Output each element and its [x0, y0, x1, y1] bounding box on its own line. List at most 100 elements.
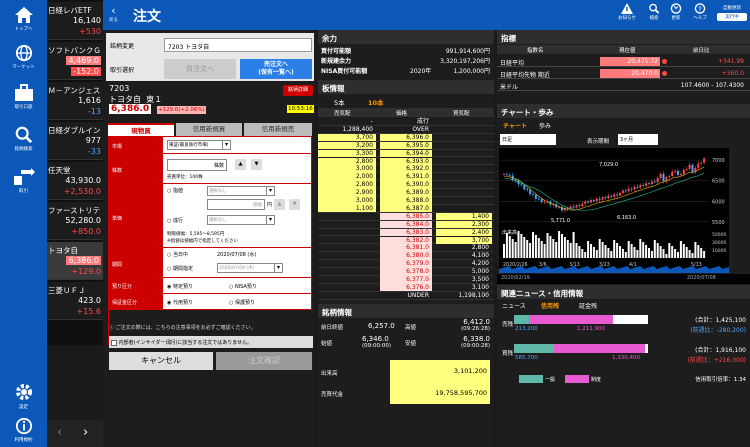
brand-input[interactable]: 7203 トヨタ自: [164, 38, 312, 52]
board-price[interactable]: 6,387.0: [380, 204, 432, 213]
watchlist-item[interactable]: ファーストリテ 52,280.0 +850.0: [47, 202, 103, 240]
header-search-button[interactable]: 検索: [643, 3, 665, 21]
nav-market-button[interactable]: マーケット: [0, 40, 47, 80]
refresh-button[interactable]: 更新: [665, 3, 687, 21]
index-row[interactable]: 日経平均先物 期近 20,470.0 +360.0: [497, 67, 750, 79]
chart-type-select[interactable]: 日足: [500, 134, 556, 145]
board-price[interactable]: 6,379.0: [380, 260, 432, 268]
board-price[interactable]: OVER: [380, 126, 432, 134]
until-option[interactable]: ○ 期間指定: [167, 265, 193, 272]
board-price[interactable]: 6,381.0: [380, 244, 432, 252]
chevron-down-icon[interactable]: ▾: [222, 140, 231, 150]
board-price[interactable]: 6,391.0: [380, 173, 432, 181]
nisa-option[interactable]: ○ NISA預り: [229, 283, 257, 290]
cancel-button[interactable]: キャンセル: [109, 352, 213, 370]
board-price[interactable]: UNDER: [380, 292, 432, 300]
price-up-button[interactable]: ▲: [274, 199, 285, 210]
back-button[interactable]: ‹ 戻る: [109, 4, 118, 23]
chart-tab-chart[interactable]: チャート: [503, 121, 527, 130]
nav-trade-button[interactable]: 取引: [0, 164, 47, 204]
board-tab-10[interactable]: 10本: [368, 97, 384, 107]
volume-bar: [511, 239, 514, 258]
sashine-select[interactable]: 選択なし: [207, 186, 267, 196]
chevron-down-icon[interactable]: ▾: [274, 263, 283, 273]
index-row[interactable]: 日経平均 20,475.72 +341.99: [497, 55, 750, 67]
chevron-left-icon[interactable]: ‹: [57, 425, 62, 440]
chevron-down-icon[interactable]: ▾: [266, 215, 275, 225]
board-row: 1,288,400 OVER: [318, 126, 494, 134]
board-price[interactable]: 6,390.0: [380, 181, 432, 189]
buy-order-button[interactable]: 買注文へ: [164, 59, 236, 79]
tokutei-option[interactable]: ◉ 特定預り: [167, 283, 193, 290]
board-price[interactable]: 6,380.0: [380, 252, 432, 260]
daiyo-option[interactable]: ◉ 代用預り: [167, 299, 193, 306]
board-price[interactable]: 6,388.0: [380, 197, 432, 205]
tab-margin-buy[interactable]: 信用新規買: [176, 123, 242, 136]
price-input[interactable]: 値幅: [207, 199, 265, 210]
watchlist-item[interactable]: トヨタ自 6,386.0 +129.0: [47, 242, 103, 280]
tab-margin-sell[interactable]: 信用新規売: [244, 123, 312, 136]
board-price[interactable]: 6,393.0: [380, 157, 432, 166]
chevron-right-icon[interactable]: ›: [83, 425, 88, 440]
nav-search-button[interactable]: 銘柄検索: [0, 122, 47, 162]
insider-check-row[interactable]: 内部者(インサイダー)取引に該当する注文ではありません。: [109, 336, 313, 348]
insider-checkbox[interactable]: [111, 339, 117, 346]
board-price[interactable]: 6,378.0: [380, 268, 432, 276]
watchlist-item[interactable]: 日経レバETF 16,140 +530: [47, 2, 103, 40]
watchlist-item[interactable]: 三菱ＵＦＪ 423.0 +15.6: [47, 282, 103, 320]
board-price[interactable]: 6,395.0: [380, 141, 432, 150]
volume-bar: [578, 246, 581, 258]
sashine-option[interactable]: ○ 指値: [167, 187, 183, 194]
volume-bar: [561, 234, 563, 258]
board-price[interactable]: 6,376.0: [380, 283, 432, 292]
confirm-button[interactable]: 注文確認: [216, 352, 312, 370]
auto-refresh-toggle[interactable]: 実行中: [717, 13, 747, 21]
board-price[interactable]: 6,392.0: [380, 165, 432, 173]
board-price[interactable]: 成行: [380, 118, 432, 126]
qty-down-button[interactable]: ▼: [251, 159, 262, 170]
board-price[interactable]: 6,383.0: [380, 228, 432, 237]
qty-input[interactable]: 株数: [167, 159, 227, 171]
brand-detail-button[interactable]: 銘柄詳細: [283, 85, 313, 96]
tab-lending[interactable]: 証金残: [579, 301, 597, 310]
nariyuki-option[interactable]: ○ 成行: [167, 217, 183, 224]
nav-account-button[interactable]: 取引口座: [0, 80, 47, 120]
board-row: 6,381.0 2,800: [318, 244, 494, 253]
until-date-select[interactable]: 2020/07/09 (木): [217, 263, 275, 273]
notice-1[interactable]: ご注文の際には、こちらの注意事項をお必ずご確認ください。: [116, 325, 256, 331]
chevron-down-icon[interactable]: ▾: [266, 186, 275, 196]
notice-button[interactable]: お知らせ: [616, 3, 638, 21]
nav-terms-button[interactable]: 利用規約: [0, 413, 47, 447]
low-time: (09:00:28): [461, 343, 490, 349]
nav-settings-button[interactable]: 設定: [0, 378, 47, 418]
board-price[interactable]: 6,382.0: [380, 236, 432, 245]
board-price[interactable]: 6,377.0: [380, 276, 432, 284]
watchlist-item[interactable]: 日経ダブルイン 977 -33: [47, 122, 103, 160]
nav-top-button[interactable]: トップへ: [0, 2, 47, 42]
tab-news[interactable]: ニュース: [502, 301, 526, 310]
sell-order-button[interactable]: 売注文へ (保有一覧へ): [240, 59, 312, 79]
board-price[interactable]: 6,396.0: [380, 133, 432, 142]
board-price[interactable]: 6,394.0: [380, 149, 432, 158]
board-tab-5[interactable]: 5本: [334, 97, 345, 107]
qty-up-button[interactable]: ▲: [235, 159, 246, 170]
board-price[interactable]: 6,384.0: [380, 220, 432, 229]
watchlist-item[interactable]: Ｍ－アンジェス 1,616 -13: [47, 82, 103, 120]
help-button[interactable]: ? ヘルプ: [689, 3, 711, 21]
board-price[interactable]: 6,389.0: [380, 189, 432, 197]
chart-tab-ayumi[interactable]: 歩み: [539, 121, 551, 130]
tab-credit[interactable]: 信用残: [541, 301, 559, 310]
watchlist-item[interactable]: ソフトバンクＧ 4,469.0 -152.0: [47, 42, 103, 80]
hogo-option[interactable]: ○ 保護預り: [229, 299, 255, 306]
watchlist-item[interactable]: 任天堂 43,930.0 +2,530.0: [47, 162, 103, 200]
nariyuki-select[interactable]: 選択なし: [207, 215, 267, 225]
chart-period-select[interactable]: 3ヶ月: [618, 134, 658, 145]
price-down-button[interactable]: ▼: [289, 199, 300, 210]
board-price[interactable]: 6,385.0: [380, 212, 432, 221]
market-select[interactable]: 東証(最良執行市場): [167, 140, 223, 150]
today-option[interactable]: ○ 当日中: [167, 251, 188, 258]
index-row[interactable]: 米ドル 107.4600 - 107.4300: [497, 79, 750, 91]
watchlist-name: 任天堂: [48, 166, 71, 175]
tab-genbutsu-buy[interactable]: 現物買: [108, 123, 174, 136]
chevron-left-icon: ‹: [111, 4, 116, 17]
